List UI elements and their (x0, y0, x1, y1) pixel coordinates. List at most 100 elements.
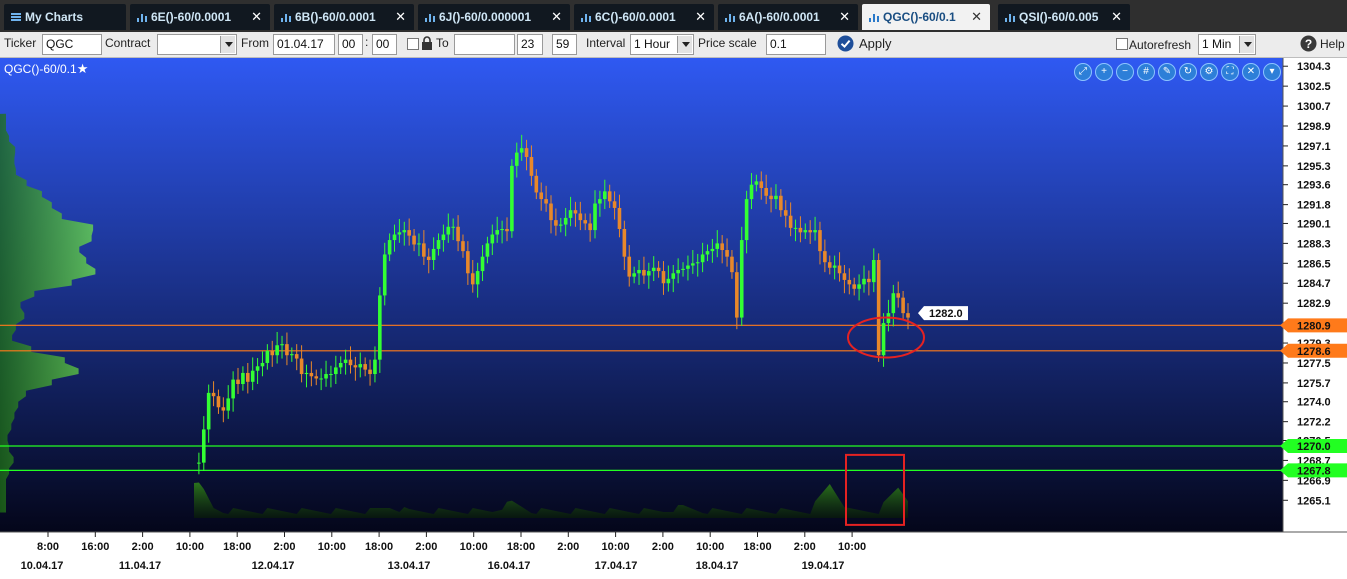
candle-up (676, 269, 680, 274)
candle-up (475, 271, 480, 285)
draw-icon[interactable]: ✎ (1158, 63, 1176, 81)
close-icon[interactable]: ✕ (251, 9, 262, 25)
tab-6[interactable]: QGC()-60/0.1 ✕ (862, 4, 990, 30)
candle-down (270, 350, 275, 356)
tab-2[interactable]: 6B()-60/0.0001 ✕ (274, 4, 414, 30)
candle-up (226, 398, 231, 411)
candle-down (573, 210, 578, 214)
from-min-input[interactable]: 00 (372, 34, 397, 55)
close-icon[interactable]: ✕ (1242, 63, 1260, 81)
candle-up (324, 374, 328, 379)
candle-down (827, 262, 832, 268)
candle-up (265, 350, 270, 363)
x-date-label: 19.04.17 (802, 560, 845, 572)
candle-down (642, 269, 646, 276)
candle-up (495, 230, 500, 235)
candle-up (290, 354, 294, 356)
fullscreen-icon[interactable]: ⛶ (1221, 63, 1239, 81)
candle-down (779, 195, 783, 211)
candle-down (578, 213, 583, 221)
to-enable-checkbox[interactable] (407, 38, 419, 50)
close-icon[interactable]: ✕ (839, 9, 850, 25)
autorefresh-label: Autorefresh (1129, 38, 1192, 52)
tab-0[interactable]: My Charts (4, 4, 126, 30)
candle-up (275, 345, 279, 356)
x-time-label: 10:00 (460, 541, 488, 553)
candle-down (622, 228, 627, 257)
autorefresh-checkbox[interactable] (1116, 38, 1128, 50)
candle-up (319, 378, 323, 380)
candle-down (544, 199, 548, 204)
zoom-fit-icon[interactable]: ⤢ (1074, 63, 1092, 81)
chart-icon (869, 14, 879, 22)
candle-down (823, 251, 827, 263)
tab-4[interactable]: 6C()-60/0.0001 ✕ (574, 4, 714, 30)
tab-label: 6B()-60/0.0001 (295, 10, 376, 24)
apply-button[interactable]: Apply (837, 35, 892, 52)
close-icon[interactable]: ✕ (551, 9, 562, 25)
candle-down (368, 369, 372, 375)
from-date-input[interactable]: 01.04.17 (273, 34, 335, 55)
chart-panel[interactable]: 1282.0 1304.3 1302.5 1300.7 1298.9 1297.1 129… (0, 58, 1347, 579)
candle-up (793, 227, 798, 229)
candle-up (260, 362, 265, 367)
refresh-interval-select[interactable]: 1 Min (1198, 34, 1256, 55)
y-tick-label: 1282.9 (1297, 298, 1331, 310)
interval-select[interactable]: 1 Hour (630, 34, 694, 55)
candle-down (617, 207, 622, 229)
candle-up (358, 364, 363, 368)
candle-up (338, 362, 343, 368)
price-chart[interactable]: 1282.0 1304.3 1302.5 1300.7 1298.9 1297.1 129… (0, 58, 1347, 579)
menu-icon[interactable]: ▾ (1263, 63, 1281, 81)
x-time-label: 18:00 (507, 541, 535, 553)
candle-down (294, 354, 299, 359)
time-separator: : (365, 35, 369, 49)
candle-up (666, 278, 671, 284)
to-hour-input[interactable]: 23 (517, 34, 543, 55)
x-time-label: 2:00 (557, 541, 579, 553)
close-icon[interactable]: ✕ (395, 9, 406, 25)
candle-down (906, 313, 910, 318)
x-time-label: 2:00 (132, 541, 154, 553)
candle-down (852, 284, 857, 289)
candle-up (568, 210, 573, 218)
help-button[interactable]: ? Help (1300, 35, 1345, 52)
lock-icon[interactable] (421, 36, 433, 51)
tab-7[interactable]: QSI()-60/0.005 ✕ (998, 4, 1130, 30)
tab-label: QGC()-60/0.1 (883, 10, 956, 24)
settings-icon[interactable]: ⚙ (1200, 63, 1218, 81)
candle-down (847, 279, 852, 285)
candle-up (558, 224, 563, 226)
chart-toolbar: ⤢ + − # ✎ ↻ ⚙ ⛶ ✕ ▾ (1074, 63, 1281, 81)
x-date-label: 10.04.17 (21, 560, 64, 572)
tab-bar: My Charts 6E()-60/0.0001 ✕ 6B()-60/0.0001 ✕ 6… (0, 0, 1347, 32)
candle-up (891, 293, 896, 314)
chart-icon (725, 14, 735, 22)
zoom-out-icon[interactable]: − (1116, 63, 1134, 81)
close-icon[interactable]: ✕ (971, 9, 982, 25)
price-scale-input[interactable]: 0.1 (766, 34, 826, 55)
ticker-input[interactable]: QGC (42, 34, 102, 55)
candle-up (593, 203, 597, 231)
tab-label: 6C()-60/0.0001 (595, 10, 676, 24)
candle-down (730, 256, 734, 273)
tab-5[interactable]: 6A()-60/0.0001 ✕ (718, 4, 858, 30)
tab-3[interactable]: 6J()-60/0.000001 ✕ (418, 4, 570, 30)
contract-select[interactable] (157, 34, 237, 55)
zoom-in-icon[interactable]: + (1095, 63, 1113, 81)
check-circle-icon (837, 35, 854, 52)
tab-1[interactable]: 6E()-60/0.0001 ✕ (130, 4, 270, 30)
candle-down (876, 259, 881, 356)
from-hour-input[interactable]: 00 (338, 34, 363, 55)
refresh-icon[interactable]: ↻ (1179, 63, 1197, 81)
close-icon[interactable]: ✕ (695, 9, 706, 25)
close-icon[interactable]: ✕ (1111, 9, 1122, 25)
price-level-label: 1280.9 (1297, 320, 1331, 332)
to-date-input[interactable] (454, 34, 515, 55)
grid-icon[interactable]: # (1137, 63, 1155, 81)
candle-up (451, 226, 455, 228)
to-min-input[interactable]: 59 (552, 34, 577, 55)
favorite-star-icon[interactable]: ★ (77, 61, 89, 76)
candle-down (798, 227, 803, 233)
candle-up (446, 226, 451, 235)
